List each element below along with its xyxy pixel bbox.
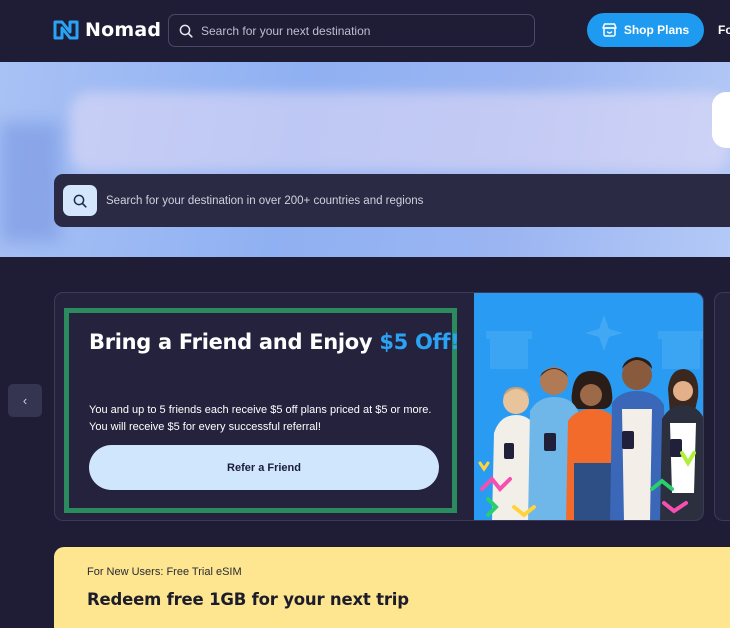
hero-background-art [70, 92, 730, 172]
promo-text-panel: Bring a Friend and Enjoy $5 Off! You and… [64, 308, 460, 513]
nav-link-truncated[interactable]: Fo [718, 23, 730, 37]
header-search-input[interactable] [201, 23, 501, 38]
referral-promo-card: Bring a Friend and Enjoy $5 Off! You and… [54, 292, 704, 521]
trial-kicker: For New Users: Free Trial eSIM [87, 566, 242, 578]
search-icon [179, 24, 193, 38]
logo-text: Nomad [85, 19, 162, 41]
promo-title: Bring a Friend and Enjoy $5 Off! [89, 330, 460, 354]
next-promo-card-partial[interactable] [714, 292, 730, 521]
header-search-box[interactable] [168, 14, 535, 47]
promo-title-accent: $5 Off! [379, 330, 460, 354]
shop-plans-button[interactable]: Shop Plans [587, 13, 704, 47]
store-icon [602, 23, 617, 37]
refer-a-friend-button[interactable]: Refer a Friend [89, 445, 439, 490]
trial-headline: Redeem free 1GB for your next trip [87, 590, 409, 609]
chevron-left-icon: ‹ [22, 393, 28, 408]
search-icon [73, 194, 87, 208]
destination-search-box[interactable] [54, 174, 730, 227]
carousel-prev-button[interactable]: ‹ [8, 384, 42, 417]
friends-illustration [474, 293, 703, 520]
nomad-logo-icon [53, 20, 79, 40]
friends-group-image [478, 315, 703, 520]
promo-title-main: Bring a Friend and Enjoy [89, 330, 380, 354]
nomad-logo[interactable]: Nomad [53, 18, 161, 42]
destination-search-input[interactable] [106, 194, 606, 207]
promo-description: You and up to 5 friends each receive $5 … [89, 404, 432, 433]
hero-banner [0, 62, 730, 257]
shop-plans-label: Shop Plans [623, 23, 690, 37]
hero-side-element [712, 92, 730, 148]
hero-background-shape [0, 122, 60, 242]
free-trial-banner[interactable]: For New Users: Free Trial eSIM Redeem fr… [54, 547, 730, 628]
top-navbar: Nomad Shop Plans Fo [0, 0, 730, 62]
search-icon-button[interactable] [63, 185, 97, 216]
